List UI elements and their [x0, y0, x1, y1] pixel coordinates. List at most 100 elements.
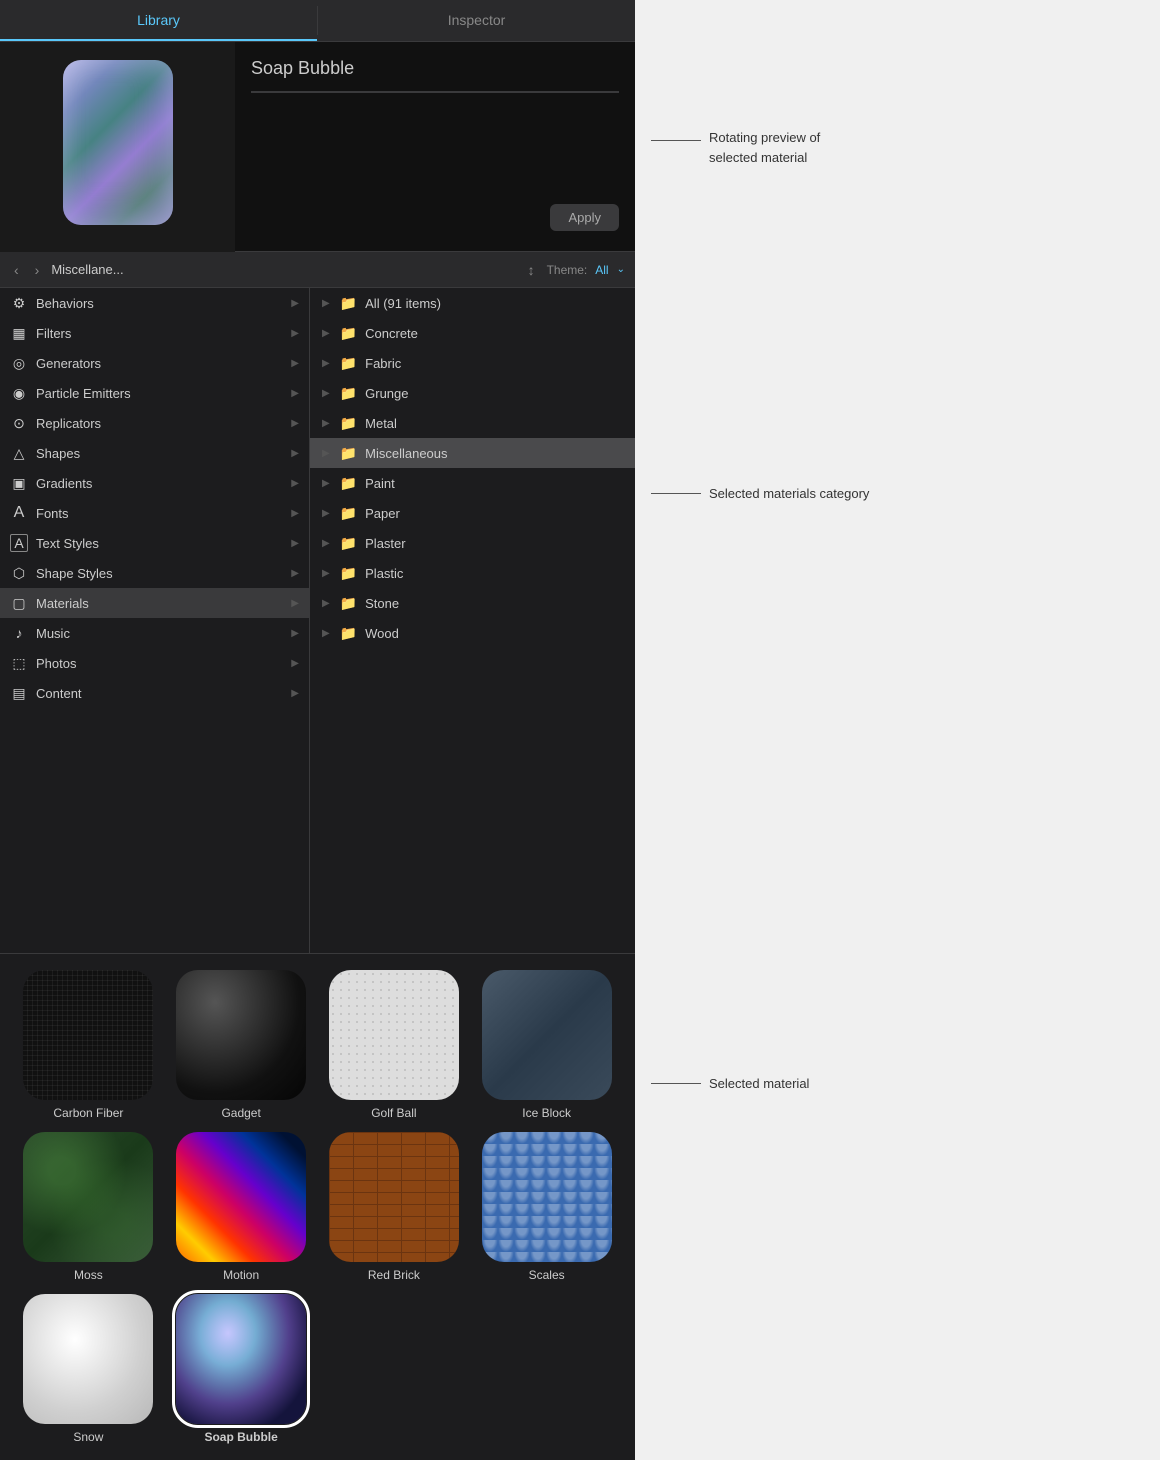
sidebar-item-particle-emitters[interactable]: ◉ Particle Emitters ▶ — [0, 378, 309, 408]
preview-thumbnail — [0, 42, 235, 252]
ice-block-label: Ice Block — [522, 1106, 571, 1120]
sidebar-item-filters[interactable]: ▦ Filters ▶ — [0, 318, 309, 348]
sidebar-item-content[interactable]: ▤ Content ▶ — [0, 678, 309, 708]
tabs: Library Inspector — [0, 0, 635, 42]
materials-icon: ▢ — [10, 594, 28, 612]
sidebar-item-gradients[interactable]: ▣ Gradients ▶ — [0, 468, 309, 498]
generators-icon: ◎ — [10, 354, 28, 372]
replicators-arrow-icon: ▶ — [291, 418, 299, 429]
paper-folder-icon: 📁 — [340, 505, 357, 522]
golf-ball-thumb — [329, 970, 459, 1100]
particle-emitters-icon: ◉ — [10, 384, 28, 402]
sidebar-item-label: Filters — [36, 326, 71, 341]
paper-arrow-icon: ▶ — [322, 508, 330, 519]
category-plastic[interactable]: ▶ 📁 Plastic — [310, 558, 635, 588]
content-arrow-icon: ▶ — [291, 688, 299, 699]
all-arrow-icon: ▶ — [322, 298, 330, 309]
sidebar-item-generators[interactable]: ◎ Generators ▶ — [0, 348, 309, 378]
category-paper[interactable]: ▶ 📁 Paper — [310, 498, 635, 528]
category-label: Plastic — [365, 566, 403, 581]
gadget-label: Gadget — [221, 1106, 260, 1120]
breadcrumb: Miscellane... — [51, 262, 515, 277]
sidebar-item-photos[interactable]: ⬚ Photos ▶ — [0, 648, 309, 678]
tab-inspector[interactable]: Inspector — [318, 0, 635, 41]
sidebar-item-materials[interactable]: ▢ Materials ▶ — [0, 588, 309, 618]
material-snow[interactable]: Snow — [16, 1294, 161, 1444]
material-ice-block[interactable]: Ice Block — [474, 970, 619, 1120]
material-motion[interactable]: Motion — [169, 1132, 314, 1282]
sidebar-item-behaviors[interactable]: ⚙ Behaviors ▶ — [0, 288, 309, 318]
shapes-arrow-icon: ▶ — [291, 448, 299, 459]
metal-arrow-icon: ▶ — [322, 418, 330, 429]
content-icon: ▤ — [10, 684, 28, 702]
material-scales[interactable]: Scales — [474, 1132, 619, 1282]
annotation-category-line — [651, 493, 701, 494]
red-brick-label: Red Brick — [368, 1268, 420, 1282]
stone-folder-icon: 📁 — [340, 595, 357, 612]
plaster-arrow-icon: ▶ — [322, 538, 330, 549]
category-paint[interactable]: ▶ 📁 Paint — [310, 468, 635, 498]
plastic-folder-icon: 📁 — [340, 565, 357, 582]
category-label: All (91 items) — [365, 296, 441, 311]
category-all[interactable]: ▶ 📁 All (91 items) — [310, 288, 635, 318]
gradients-arrow-icon: ▶ — [291, 478, 299, 489]
category-list: ▶ 📁 All (91 items) ▶ 📁 Concrete ▶ 📁 Fabr… — [310, 288, 635, 953]
miscellaneous-arrow-icon: ▶ — [322, 448, 330, 459]
category-label: Metal — [365, 416, 397, 431]
theme-chevron-icon[interactable]: ⌄ — [617, 264, 625, 275]
replicators-icon: ⊙ — [10, 414, 28, 432]
material-red-brick[interactable]: Red Brick — [322, 1132, 467, 1282]
fabric-folder-icon: 📁 — [340, 355, 357, 372]
bubble-shape-preview — [63, 60, 173, 225]
soap-bubble-preview — [58, 60, 178, 235]
scales-thumb — [482, 1132, 612, 1262]
grunge-arrow-icon: ▶ — [322, 388, 330, 399]
carbon-fiber-label: Carbon Fiber — [53, 1106, 123, 1120]
browser-area: ⚙ Behaviors ▶ ▦ Filters ▶ ◎ Generators ▶… — [0, 288, 635, 954]
carbon-fiber-thumb — [23, 970, 153, 1100]
category-grunge[interactable]: ▶ 📁 Grunge — [310, 378, 635, 408]
category-wood[interactable]: ▶ 📁 Wood — [310, 618, 635, 648]
material-soap-bubble[interactable]: Soap Bubble — [169, 1294, 314, 1444]
material-moss[interactable]: Moss — [16, 1132, 161, 1282]
shapes-icon: △ — [10, 444, 28, 462]
back-button[interactable]: ‹ — [10, 260, 23, 280]
material-carbon-fiber[interactable]: Carbon Fiber — [16, 970, 161, 1120]
sidebar-item-shape-styles[interactable]: ⬡ Shape Styles ▶ — [0, 558, 309, 588]
category-label: Miscellaneous — [365, 446, 447, 461]
sidebar-item-replicators[interactable]: ⊙ Replicators ▶ — [0, 408, 309, 438]
photos-arrow-icon: ▶ — [291, 658, 299, 669]
motion-thumb — [176, 1132, 306, 1262]
sidebar-item-shapes[interactable]: △ Shapes ▶ — [0, 438, 309, 468]
category-miscellaneous[interactable]: ▶ 📁 Miscellaneous — [310, 438, 635, 468]
category-fabric[interactable]: ▶ 📁 Fabric — [310, 348, 635, 378]
category-stone[interactable]: ▶ 📁 Stone — [310, 588, 635, 618]
sidebar-item-label: Music — [36, 626, 70, 641]
toolbar: ‹ › Miscellane... ↕ Theme: All ⌄ — [0, 252, 635, 288]
sidebar-item-label: Content — [36, 686, 82, 701]
music-arrow-icon: ▶ — [291, 628, 299, 639]
preview-title: Soap Bubble — [251, 54, 619, 79]
tab-library[interactable]: Library — [0, 0, 317, 41]
sidebar-item-music[interactable]: ♪ Music ▶ — [0, 618, 309, 648]
sidebar-item-label: Particle Emitters — [36, 386, 131, 401]
sidebar-item-text-styles[interactable]: A Text Styles ▶ — [0, 528, 309, 558]
text-styles-arrow-icon: ▶ — [291, 538, 299, 549]
category-concrete[interactable]: ▶ 📁 Concrete — [310, 318, 635, 348]
breadcrumb-arrows[interactable]: ↕ — [524, 260, 539, 280]
forward-button[interactable]: › — [31, 260, 44, 280]
category-label: Paint — [365, 476, 395, 491]
golf-ball-label: Golf Ball — [371, 1106, 416, 1120]
sidebar-item-label: Gradients — [36, 476, 92, 491]
category-label: Concrete — [365, 326, 418, 341]
metal-folder-icon: 📁 — [340, 415, 357, 432]
sidebar-item-fonts[interactable]: A Fonts ▶ — [0, 498, 309, 528]
category-plaster[interactable]: ▶ 📁 Plaster — [310, 528, 635, 558]
sidebar-item-label: Text Styles — [36, 536, 99, 551]
material-golf-ball[interactable]: Golf Ball — [322, 970, 467, 1120]
material-gadget[interactable]: Gadget — [169, 970, 314, 1120]
gadget-thumb — [176, 970, 306, 1100]
filters-arrow-icon: ▶ — [291, 328, 299, 339]
category-metal[interactable]: ▶ 📁 Metal — [310, 408, 635, 438]
apply-button[interactable]: Apply — [550, 204, 619, 231]
